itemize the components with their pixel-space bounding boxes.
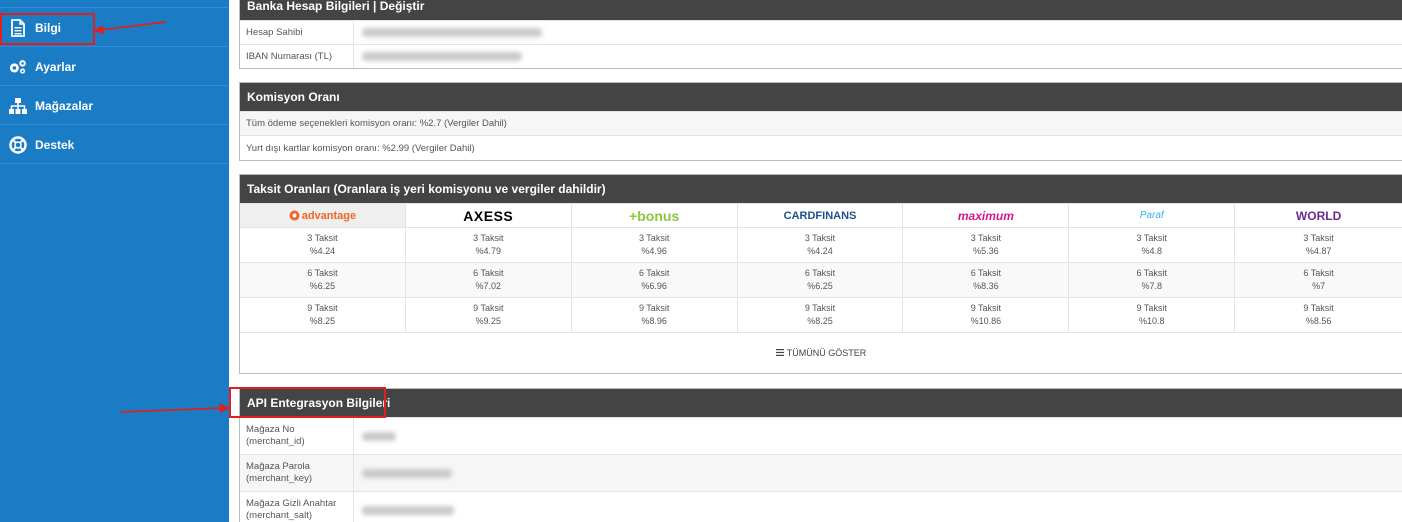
card-column-advantage: advantage 3 Taksit %4.24 6 Taksit %6.25 9 …: [240, 204, 406, 333]
rate-cell: 9 Taksit %10.86: [903, 298, 1069, 333]
card-tab-advantage[interactable]: advantage: [240, 204, 405, 228]
highlight-box-bilgi: [0, 13, 95, 45]
installment-panel-title: Taksit Oranları (Oranlara iş yeri komisy…: [240, 175, 1402, 203]
world-logo-icon: WORLD: [1295, 208, 1342, 223]
rate-cell: 9 Taksit %8.25: [737, 298, 903, 333]
sidebar-divider: [0, 7, 229, 8]
rate-cell: 6 Taksit %8.36: [903, 263, 1069, 298]
rate-cell: 3 Taksit %5.36: [903, 228, 1069, 263]
merchant-id-value: [354, 418, 1402, 454]
rate-cell: 6 Taksit %6.96: [571, 263, 737, 298]
rate-cell: 3 Taksit %4.24: [240, 228, 405, 263]
merchant-key-label: Mağaza Parola (merchant_key): [240, 455, 354, 491]
bank-panel-title[interactable]: Banka Hesap Bilgileri | Değiştir: [240, 0, 1402, 20]
table-row: Mağaza No (merchant_id): [240, 417, 1402, 454]
sidebar-item-ayarlar[interactable]: Ayarlar: [0, 48, 229, 86]
card-tab-axess[interactable]: AXESS: [405, 204, 571, 228]
sidebar-item-destek[interactable]: Destek: [0, 126, 229, 164]
account-holder-label: Hesap Sahibi: [240, 21, 354, 44]
advantage-logo-icon: advantage: [289, 210, 356, 222]
card-tab-paraf[interactable]: Paraf: [1069, 204, 1235, 228]
installment-table: advantage 3 Taksit %4.24 6 Taksit %6.25 9 …: [240, 203, 1402, 333]
rate-cell: 6 Taksit %7: [1235, 263, 1402, 298]
card-tab-cardfinans[interactable]: CARDFINANS: [737, 204, 903, 228]
rate-cell: 9 Taksit %9.25: [405, 298, 571, 333]
merchant-salt-label: Mağaza Gizli Anahtar (merchant_salt): [240, 492, 354, 522]
commission-panel-title: Komisyon Oranı: [240, 83, 1402, 111]
lifebuoy-icon: [8, 135, 28, 155]
account-holder-value: [354, 21, 1402, 44]
rate-cell: 3 Taksit %4.79: [405, 228, 571, 263]
card-column-cardfinans: CARDFINANS 3 Taksit %4.24 6 Taksit %6.25 9…: [737, 204, 904, 333]
highlight-box-api: [229, 387, 386, 418]
rate-cell: 6 Taksit %6.25: [240, 263, 405, 298]
show-all-label: TÜMÜNÜ GÖSTER: [786, 347, 867, 358]
sidebar-item-label: Ayarlar: [35, 59, 76, 74]
rate-cell: 9 Taksit %8.56: [1235, 298, 1402, 333]
table-row: Mağaza Gizli Anahtar (merchant_salt): [240, 491, 1402, 522]
rate-cell: 3 Taksit %4.24: [737, 228, 903, 263]
show-all-button[interactable]: TÜMÜNÜ GÖSTER: [240, 333, 1402, 372]
iban-label: IBAN Numarası (TL): [240, 45, 354, 68]
commission-panel: Komisyon Oranı Tüm ödeme seçenekleri kom…: [239, 82, 1402, 161]
commission-line: Tüm ödeme seçenekleri komisyon oranı: %2…: [240, 111, 1402, 135]
rate-cell: 9 Taksit %8.25: [240, 298, 405, 333]
card-column-maximum: maximum 3 Taksit %5.36 6 Taksit %8.36 9 Ta…: [903, 204, 1070, 333]
rate-cell: 9 Taksit %10.8: [1069, 298, 1235, 333]
iban-value: [354, 45, 1402, 68]
cardfinans-logo-icon: CARDFINANS: [783, 209, 857, 222]
rate-cell: 3 Taksit %4.96: [571, 228, 737, 263]
sidebar-item-label: Mağazalar: [35, 98, 94, 113]
commission-line: Yurt dışı kartlar komisyon oranı: %2.99 …: [240, 135, 1402, 160]
card-tab-bonus[interactable]: +bonus: [571, 204, 737, 228]
gears-icon: [8, 57, 28, 77]
bank-account-panel: Banka Hesap Bilgileri | Değiştir Hesap S…: [239, 0, 1402, 69]
bonus-logo-icon: +bonus: [629, 207, 680, 224]
sidebar-item-label: Destek: [35, 137, 75, 152]
main-content: Banka Hesap Bilgileri | Değiştir Hesap S…: [239, 0, 1402, 522]
merchant-key-value: [354, 455, 1402, 491]
card-column-bonus: +bonus 3 Taksit %4.96 6 Taksit %6.96 9 Tak…: [571, 204, 738, 333]
table-row: Mağaza Parola (merchant_key): [240, 454, 1402, 491]
arrow-icon: [93, 21, 167, 34]
api-integration-panel: API Entegrasyon Bilgileri Mağaza No (merc…: [239, 388, 1402, 522]
table-row: IBAN Numarası (TL): [240, 44, 1402, 68]
installment-rates-panel: Taksit Oranları (Oranlara iş yeri komisy…: [239, 174, 1402, 374]
menu-icon: [775, 348, 784, 358]
rate-cell: 3 Taksit %4.87: [1235, 228, 1402, 263]
paraf-logo-icon: Paraf: [1139, 210, 1164, 221]
rate-cell: 6 Taksit %7.8: [1069, 263, 1235, 298]
maximum-logo-icon: maximum: [957, 208, 1014, 223]
rate-cell: 6 Taksit %6.25: [737, 263, 903, 298]
rate-cell: 9 Taksit %8.96: [571, 298, 737, 333]
card-column-axess: AXESS 3 Taksit %4.79 6 Taksit %7.02 9 Taks…: [405, 204, 572, 333]
sidebar-item-magazalar[interactable]: Mağazalar: [0, 87, 229, 125]
arrow-icon: [120, 403, 230, 413]
rate-cell: 3 Taksit %4.8: [1069, 228, 1235, 263]
card-column-world: WORLD 3 Taksit %4.87 6 Taksit %7 9 Taksit%…: [1235, 204, 1402, 333]
api-panel-title: API Entegrasyon Bilgileri: [240, 389, 1402, 417]
axess-logo-icon: AXESS: [463, 207, 514, 224]
sitemap-icon: [8, 96, 28, 116]
card-tab-maximum[interactable]: maximum: [903, 204, 1069, 228]
card-column-paraf: Paraf 3 Taksit %4.8 6 Taksit %7.8 9 Taksit…: [1069, 204, 1236, 333]
content-gutter: [229, 0, 239, 522]
sidebar: Bilgi Ayarlar Mağazalar Destek: [0, 0, 229, 522]
card-tab-world[interactable]: WORLD: [1235, 204, 1402, 228]
table-row: Hesap Sahibi: [240, 20, 1402, 44]
merchant-salt-value: [354, 492, 1402, 522]
merchant-id-label: Mağaza No (merchant_id): [240, 418, 354, 454]
rate-cell: 6 Taksit %7.02: [405, 263, 571, 298]
